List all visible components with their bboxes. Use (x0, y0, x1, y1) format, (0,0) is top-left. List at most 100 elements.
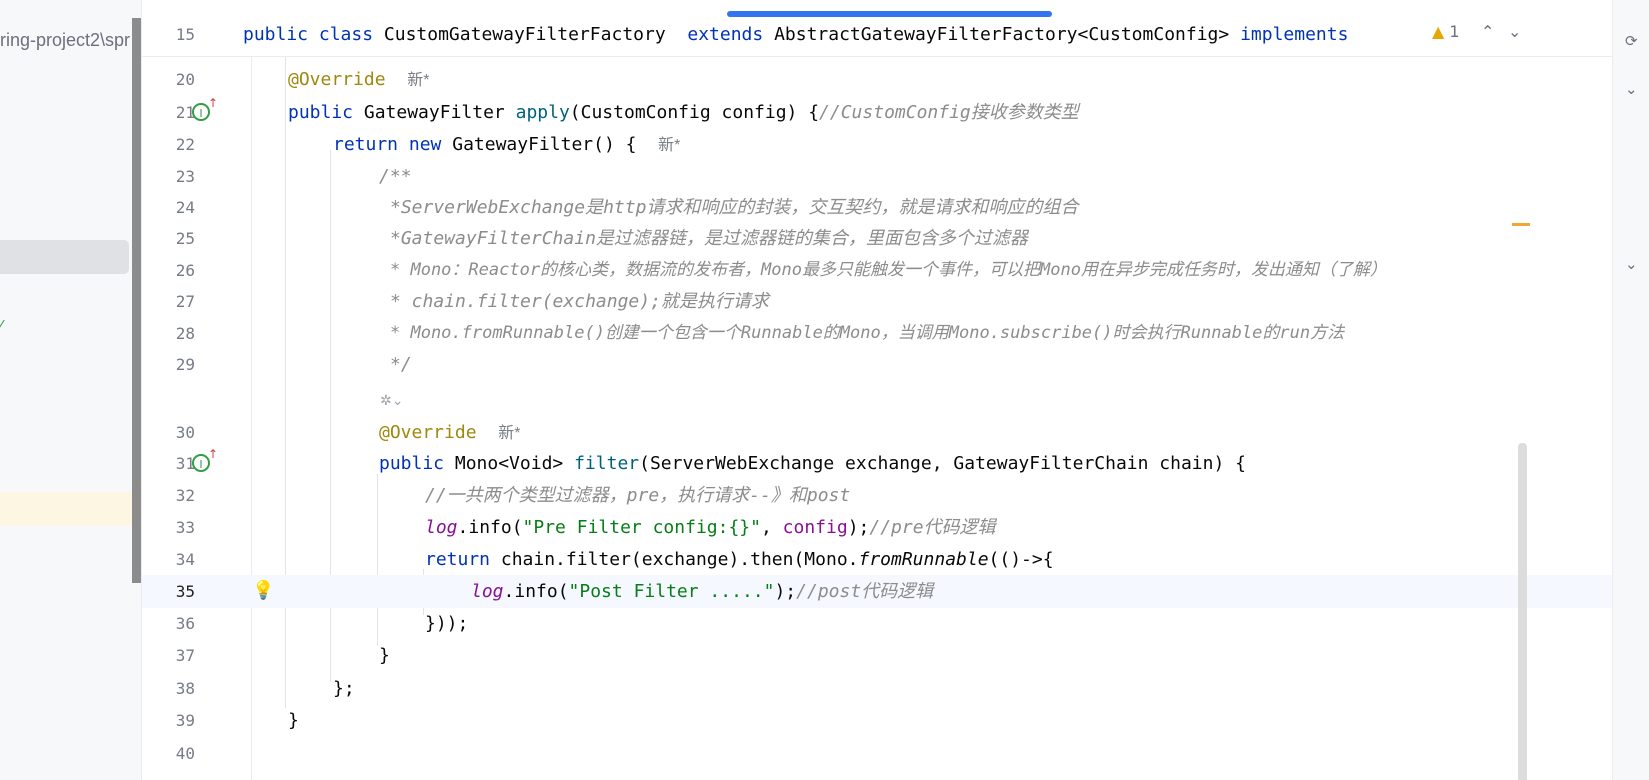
code-line[interactable]: 26 * Mono：Reactor的核心类，数据流的发布者，Mono最多只能触发… (142, 254, 1612, 287)
project-tree-panel: ring-project2\spr ⁄ (0, 0, 141, 780)
code-line[interactable]: 23 /** (142, 160, 1612, 193)
editor-scrollbar[interactable] (1518, 443, 1527, 780)
current-code-line[interactable]: 35 log.info("Post Filter .....");//post代… (142, 575, 1612, 608)
code-line[interactable]: 39 } (142, 704, 1612, 737)
chevron-up-icon[interactable]: ⌃ (1481, 22, 1494, 41)
code-line[interactable]: 24 *ServerWebExchange是http请求和响应的封装，交互契约，… (142, 191, 1612, 224)
line-number: 27 (175, 292, 195, 311)
code-text: ); (774, 581, 797, 602)
code-text: , (760, 517, 783, 538)
code-text: ); (847, 517, 870, 538)
code-line[interactable]: 31 I ↑ public Mono<Void> filter(ServerWe… (142, 447, 1612, 480)
keyword: public (243, 24, 309, 45)
keyword: public (379, 453, 445, 474)
type-name: GatewayFilter (363, 102, 505, 123)
warning-icon: ▲ (1432, 22, 1445, 41)
class-name: CustomGatewayFilterFactory (383, 24, 666, 45)
doc-comment: * Mono.fromRunnable()创建一个包含一个Runnable的Mo… (390, 323, 1345, 343)
line-number: 32 (175, 486, 195, 505)
code-text: }; (333, 678, 355, 699)
chevron-down-icon[interactable]: ⌄ (1508, 22, 1521, 41)
code-line[interactable]: 20 @Override 新* (142, 63, 1612, 96)
method-name: apply (515, 102, 570, 123)
line-number: 29 (175, 355, 195, 374)
chevron-down-icon[interactable]: ⌄ (1625, 80, 1638, 98)
line-number: 35 (175, 582, 195, 601)
annotation: @Override (288, 69, 386, 90)
string-literal: "Post Filter ....." (568, 581, 775, 602)
params: (CustomConfig config) { (569, 102, 820, 123)
line-number: 24 (175, 198, 195, 217)
code-text: .info( (457, 517, 523, 538)
project-tree-scrollbar[interactable] (132, 18, 141, 583)
type-name: Mono<Void> (454, 453, 564, 474)
sticky-class-header[interactable]: 15 public class CustomGatewayFilterFacto… (142, 0, 1612, 57)
keyword: implements (1240, 24, 1349, 45)
scroll-marker[interactable] (1512, 223, 1530, 226)
line-number: 26 (175, 261, 195, 280)
line-number: 38 (175, 679, 195, 698)
code-line[interactable]: 34 return chain.filter(exchange).then(Mo… (142, 543, 1612, 576)
code-editor[interactable]: 20 @Override 新* 21 I ↑ public GatewayFil… (142, 0, 1612, 780)
doc-comment: /** (379, 166, 412, 187)
code-line[interactable]: 38 }; (142, 672, 1612, 705)
line-number: 33 (175, 518, 195, 537)
doc-comment: *GatewayFilterChain是过滤器链，是过滤器链的集合，里面包含多个… (390, 228, 1028, 249)
chevron-down-icon[interactable]: ⌄ (1625, 255, 1638, 273)
lightbulb-icon[interactable]: 💡 (252, 580, 274, 601)
project-tree-highlighted-row[interactable] (0, 492, 141, 526)
code-line[interactable]: 28 * Mono.fromRunnable()创建一个包含一个Runnable… (142, 317, 1612, 350)
code-line[interactable]: 32 //一共两个类型过滤器，pre，执行请求--》和post (142, 479, 1612, 512)
field: log (425, 517, 458, 538)
line-number: 34 (175, 550, 195, 569)
code-line[interactable]: 30 @Override 新* (142, 416, 1612, 449)
string-literal: "Pre Filter config:{}" (522, 517, 761, 538)
keyword: extends (687, 24, 764, 45)
keyword: return (425, 549, 491, 570)
arrow-up-icon: ↑ (208, 96, 219, 110)
field: log (471, 581, 504, 602)
line-number: 15 (175, 25, 195, 44)
line-number: 22 (175, 135, 195, 154)
method-name: filter (574, 453, 640, 474)
code-line[interactable]: 25 *GatewayFilterChain是过滤器链，是过滤器链的集合，里面包… (142, 222, 1612, 255)
project-tree-selected-row[interactable] (0, 240, 129, 274)
code-line[interactable]: 22 return new GatewayFilter() { 新* (142, 128, 1612, 161)
line-number: 40 (175, 744, 195, 763)
keyword: new (408, 134, 442, 155)
keyword: class (318, 24, 374, 45)
code-line[interactable]: 27 * chain.filter(exchange);就是执行请求 (142, 285, 1612, 318)
line-number: 31 (175, 454, 195, 473)
line-number: 36 (175, 614, 195, 633)
line-number: 20 (175, 70, 195, 89)
comment: //CustomConfig接收参数类型 (819, 102, 1079, 123)
new-badge: 新* (407, 72, 430, 89)
code-line[interactable]: 40 (142, 737, 1612, 770)
code-text: .info( (503, 581, 569, 602)
code-line[interactable]: 29 */ (142, 348, 1612, 381)
code-text: chain.filter(exchange).then(Mono. (500, 549, 859, 570)
new-badge: 新* (658, 137, 681, 154)
loading-progress-bar (727, 11, 1052, 17)
doc-comment: * chain.filter(exchange);就是执行请求 (390, 291, 769, 312)
code-line[interactable]: 36 })); (142, 607, 1612, 640)
code-line[interactable]: 37 } (142, 639, 1612, 672)
code-line[interactable]: 33 log.info("Pre Filter config:{}", conf… (142, 511, 1612, 544)
tree-expand-mark: ⁄ (0, 318, 3, 335)
line-number: 37 (175, 646, 195, 665)
superclass-name: AbstractGatewayFilterFactory<CustomConfi… (774, 24, 1230, 45)
ai-assistant-icon[interactable]: ✲⌄ (380, 393, 403, 409)
code-text: GatewayFilter() { (452, 134, 637, 155)
keyword: public (288, 102, 354, 123)
sync-icon[interactable]: ⟳ (1625, 32, 1638, 50)
annotation: @Override (379, 422, 477, 443)
project-path-label[interactable]: ring-project2\spr (0, 30, 130, 51)
line-number: 25 (175, 229, 195, 248)
comment: //pre代码逻辑 (869, 517, 996, 538)
code-line[interactable]: 21 I ↑ public GatewayFilter apply(Custom… (142, 96, 1612, 129)
line-number: 28 (175, 324, 195, 343)
line-number: 21 (175, 103, 195, 122)
inspection-widget[interactable]: ▲ 1 (1432, 22, 1460, 41)
line-number: 23 (175, 167, 195, 186)
comment: //post代码逻辑 (796, 581, 934, 602)
